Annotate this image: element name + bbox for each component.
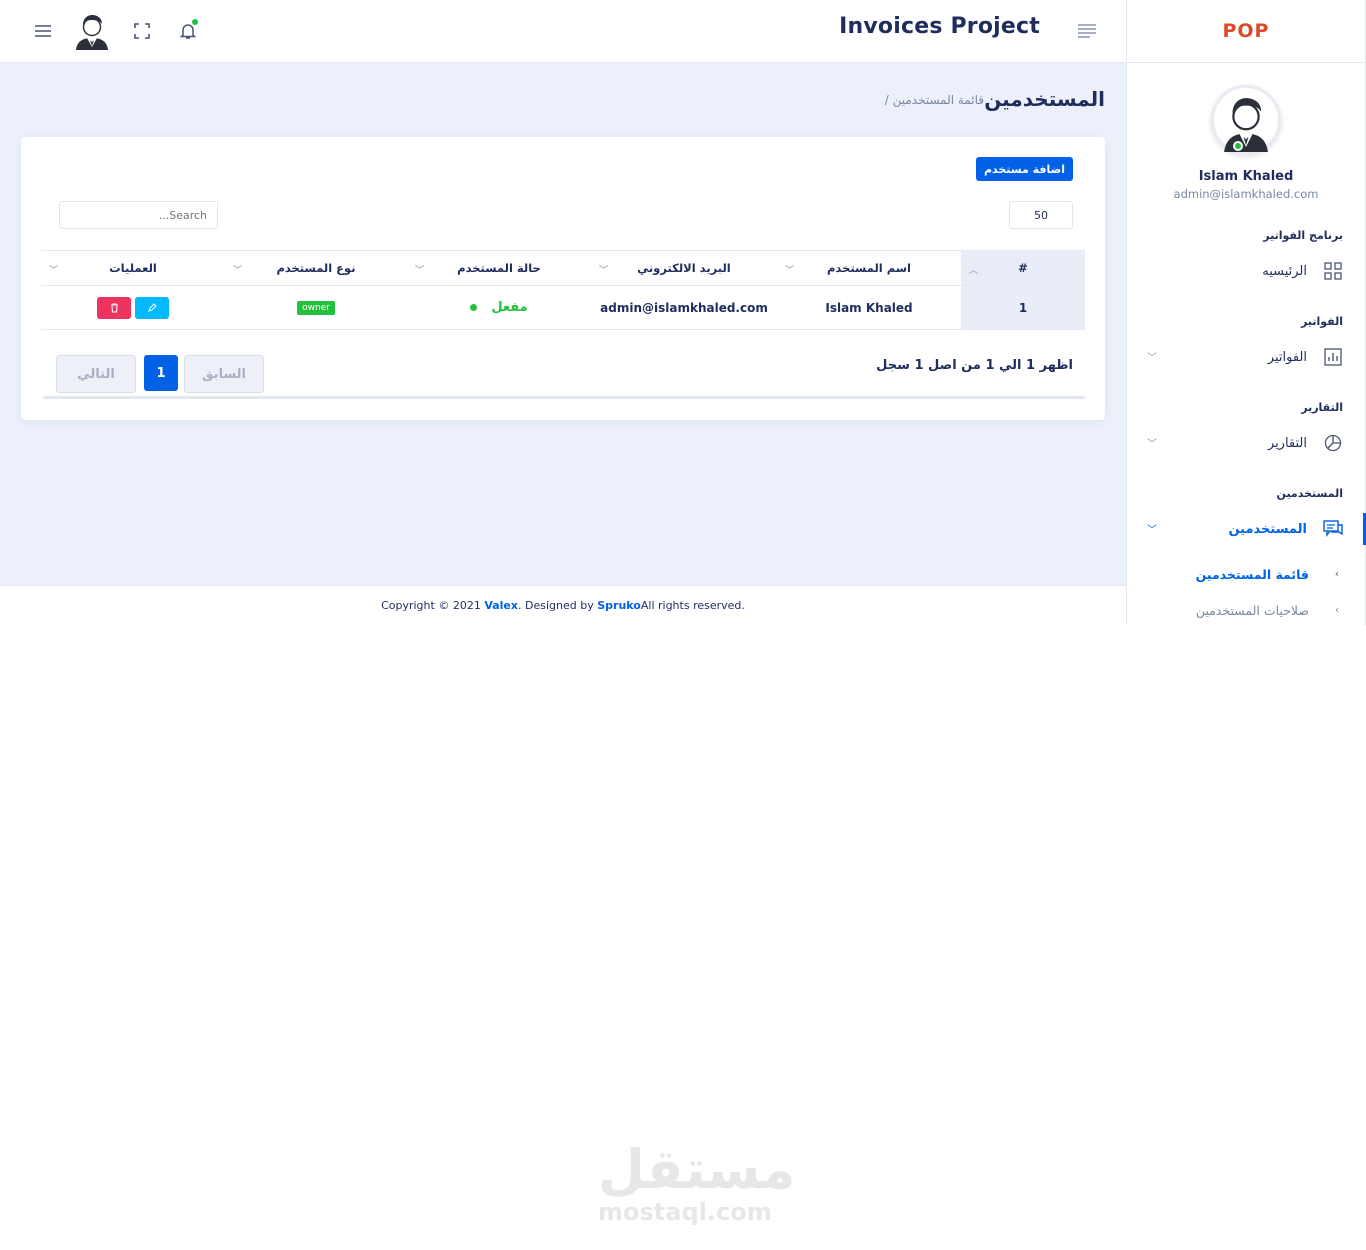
column-label: نوع المستخدم bbox=[276, 261, 356, 275]
sort-icon: ﹀ bbox=[49, 266, 59, 276]
trash-icon bbox=[110, 302, 118, 313]
sidebar-item-label: التقارير bbox=[1267, 435, 1307, 451]
subitem-label: صلاحيات المستخدمين bbox=[1195, 603, 1309, 618]
page-length-select[interactable]: 50 bbox=[1009, 201, 1073, 229]
add-user-button[interactable]: اضافة مستخدم bbox=[976, 157, 1073, 181]
cell-role: owner bbox=[225, 286, 407, 329]
footer-prefix: Copyright © 2021 bbox=[381, 599, 481, 612]
column-header-status[interactable]: حالة المستخدم ﹀ bbox=[407, 251, 591, 285]
sidebar-item-label: الفواتير bbox=[1267, 349, 1307, 365]
column-label: العمليات bbox=[109, 261, 157, 275]
column-label: حالة المستخدم bbox=[457, 261, 541, 275]
sidebar-profile: Islam Khaled admin@islamkhaled.com bbox=[1127, 63, 1365, 201]
horizontal-scrollbar[interactable] bbox=[43, 396, 1085, 399]
table-header: # ︿ اسم المستخدم ﹀ البريد الالكتروني ﹀ ح… bbox=[41, 250, 1085, 286]
column-header-email[interactable]: البريد الالكتروني ﹀ bbox=[591, 251, 777, 285]
users-chat-icon bbox=[1323, 519, 1343, 539]
footer-middle: . Designed by bbox=[518, 599, 594, 612]
column-header-role[interactable]: نوع المستخدم ﹀ bbox=[225, 251, 407, 285]
breadcrumb[interactable]: / قائمة المستخدمين bbox=[885, 93, 984, 107]
column-label: # bbox=[1018, 261, 1028, 275]
chevron-left-icon: ‹ bbox=[1334, 569, 1339, 580]
cell-number: 1 bbox=[961, 286, 1085, 329]
footer-designer-link[interactable]: Spruko bbox=[597, 599, 641, 612]
chevron-down-icon: ﹀ bbox=[1147, 525, 1157, 536]
column-header-name[interactable]: اسم المستخدم ﹀ bbox=[777, 251, 961, 285]
cell-email: admin@islamkhaled.com bbox=[600, 300, 768, 315]
watermark-arabic: مستقل bbox=[598, 1138, 796, 1201]
pie-chart-icon bbox=[1323, 433, 1343, 453]
sort-icon: ﹀ bbox=[599, 266, 609, 276]
sidebar-toggle-icon[interactable] bbox=[1074, 18, 1100, 44]
sidebar-subitem-user-permissions[interactable]: صلاحيات المستخدمين ‹ bbox=[1195, 603, 1339, 618]
footer-suffix: All rights reserved. bbox=[640, 599, 745, 612]
subitem-label: قائمة المستخدمين bbox=[1195, 567, 1309, 582]
status-indicator: مفعل bbox=[470, 300, 528, 315]
cell-user-name: Islam Khaled bbox=[825, 300, 913, 315]
sidebar-subitem-users-list[interactable]: قائمة المستخدمين ‹ bbox=[1195, 567, 1339, 582]
status-text: مفعل bbox=[491, 300, 528, 315]
chevron-down-icon: ﹀ bbox=[1147, 353, 1157, 364]
sidebar-logo[interactable]: POP bbox=[1127, 0, 1365, 63]
notification-dot bbox=[192, 19, 198, 25]
delete-button[interactable] bbox=[97, 296, 131, 319]
sidebar-item-home[interactable]: الرئيسيه bbox=[1147, 259, 1343, 283]
notification-bell-icon[interactable] bbox=[175, 18, 201, 44]
pager-prev-button[interactable]: السابق bbox=[184, 355, 264, 393]
sidebar-item-reports[interactable]: التقارير ﹀ bbox=[1147, 431, 1343, 455]
sidebar-item-label: المستخدمين bbox=[1228, 521, 1307, 537]
sort-icon: ﹀ bbox=[415, 266, 425, 276]
fullscreen-icon[interactable] bbox=[129, 18, 155, 44]
profile-avatar[interactable] bbox=[1211, 85, 1281, 155]
sidebar: POP Islam Khaled admin@islamkhaled.com ب… bbox=[1126, 0, 1366, 625]
users-card: اضافة مستخدم 50 # ︿ اسم المستخدم ﹀ البري… bbox=[21, 137, 1105, 420]
edit-button[interactable] bbox=[135, 296, 169, 319]
section-label-invoices-program: برنامج الفواتير bbox=[1263, 229, 1343, 242]
chevron-left-icon: ‹ bbox=[1335, 605, 1339, 616]
table-row: 1 Islam Khaled admin@islamkhaled.com مفع… bbox=[41, 286, 1085, 330]
chevron-down-icon: ﹀ bbox=[1147, 439, 1157, 450]
sidebar-item-users[interactable]: المستخدمين ﹀ bbox=[1147, 517, 1343, 541]
user-avatar[interactable] bbox=[74, 12, 110, 50]
footer-brand-link[interactable]: Valex bbox=[484, 599, 518, 612]
pager-current-page[interactable]: 1 bbox=[144, 355, 178, 391]
dashboard-grid-icon bbox=[1323, 261, 1343, 281]
top-header: Invoices Project bbox=[0, 0, 1126, 63]
table-info: اظهر 1 الي 1 من اصل 1 سجل bbox=[876, 358, 1073, 373]
watermark-latin: mostaql.com bbox=[598, 1198, 772, 1226]
cell-status: مفعل bbox=[407, 286, 591, 329]
footer: Copyright © 2021 Valex . Designed by Spr… bbox=[0, 585, 1126, 625]
sidebar-item-invoices[interactable]: الفواتير ﹀ bbox=[1147, 345, 1343, 369]
sort-asc-icon: ︿ bbox=[969, 266, 979, 276]
bar-chart-icon bbox=[1323, 347, 1343, 367]
online-status-dot bbox=[1233, 141, 1243, 151]
sidebar-item-label: الرئيسيه bbox=[1262, 263, 1307, 279]
profile-name: Islam Khaled bbox=[1198, 169, 1294, 184]
profile-email: admin@islamkhaled.com bbox=[1173, 187, 1319, 201]
role-badge: owner bbox=[297, 300, 335, 315]
app-title: Invoices Project bbox=[839, 14, 1040, 39]
column-label: اسم المستخدم bbox=[827, 261, 911, 275]
section-label-users: المستخدمين bbox=[1276, 487, 1343, 500]
section-label-invoices: الفواتير bbox=[1301, 315, 1343, 328]
sort-icon: ﹀ bbox=[785, 266, 795, 276]
status-dot bbox=[470, 304, 478, 311]
column-label: البريد الالكتروني bbox=[637, 261, 731, 275]
column-header-actions[interactable]: العمليات ﹀ bbox=[41, 251, 225, 285]
column-header-number[interactable]: # ︿ bbox=[961, 251, 1085, 285]
users-table: # ︿ اسم المستخدم ﹀ البريد الالكتروني ﹀ ح… bbox=[41, 250, 1085, 330]
search-input[interactable] bbox=[59, 201, 218, 229]
pencil-icon bbox=[148, 302, 157, 312]
pager-next-button[interactable]: التالي bbox=[56, 355, 136, 393]
main-content: المستخدمين / قائمة المستخدمين اضافة مستخ… bbox=[0, 63, 1126, 585]
logo-text: POP bbox=[1222, 20, 1270, 42]
cell-actions bbox=[41, 286, 225, 329]
hamburger-menu-icon[interactable] bbox=[30, 18, 56, 44]
section-label-reports: التقارير bbox=[1301, 401, 1343, 414]
sort-icon: ﹀ bbox=[233, 266, 243, 276]
page-title: المستخدمين bbox=[984, 87, 1105, 111]
